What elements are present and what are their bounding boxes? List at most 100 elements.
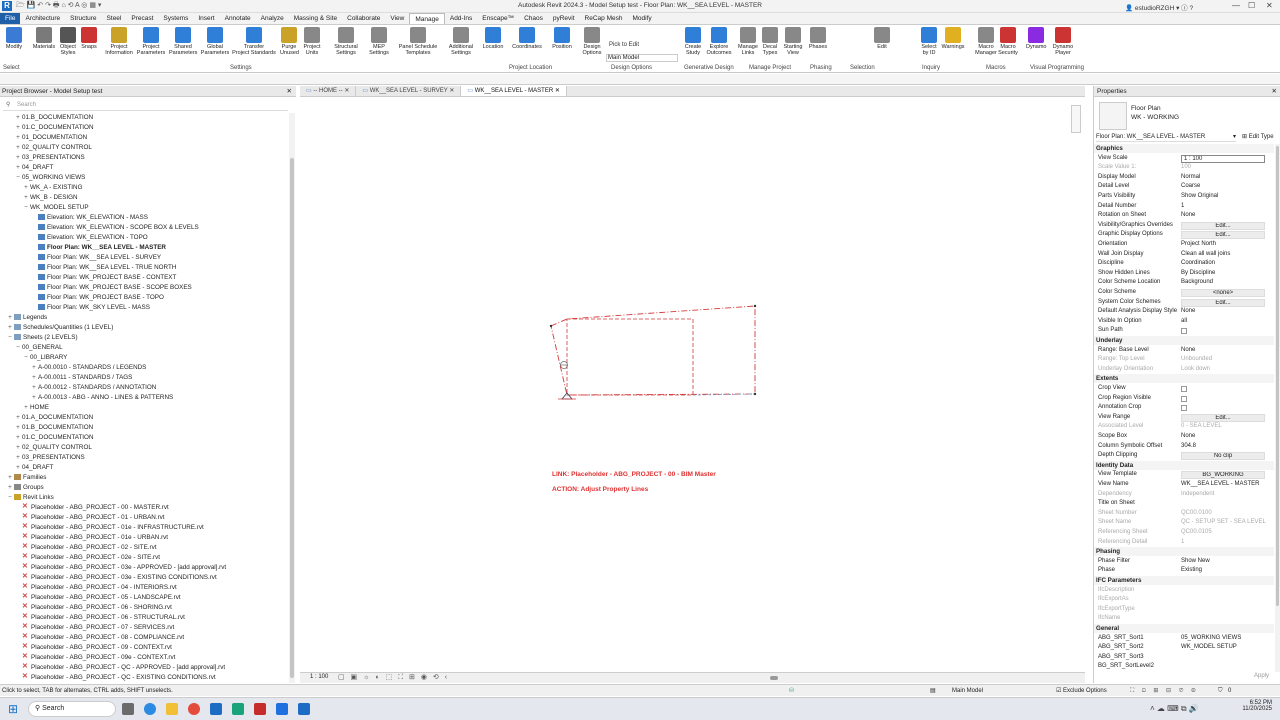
global-parameters-button[interactable]: Global Parameters (200, 27, 230, 56)
expand-icon[interactable]: + (22, 193, 30, 203)
design-options-button[interactable]: Design Options (581, 27, 603, 56)
mep-settings-button[interactable]: MEP Settings (366, 27, 392, 56)
expand-icon[interactable]: + (6, 473, 14, 483)
expand-icon[interactable]: + (30, 363, 38, 373)
close-icon[interactable]: ✕ (448, 88, 454, 94)
expand-icon[interactable]: + (14, 433, 22, 443)
property-group-header[interactable]: Phasing (1094, 547, 1274, 557)
tab-chaos[interactable]: Chaos (519, 13, 548, 24)
project-units-button[interactable]: Project Units (301, 27, 323, 56)
position-button[interactable]: Position (551, 27, 573, 50)
property-value[interactable]: Show New (1181, 557, 1266, 567)
property-checkbox[interactable] (1181, 386, 1187, 392)
property-value[interactable]: 05_WORKING VIEWS (1181, 634, 1266, 644)
expand-icon[interactable]: + (14, 133, 22, 143)
coordinates-button[interactable]: Coordinates (511, 27, 543, 50)
project-parameters-button[interactable]: Project Parameters (136, 27, 166, 56)
system-tray-icons[interactable]: ˄ ☁ ⌨ ⧉ 🔊 (1150, 704, 1199, 714)
collapse-icon[interactable]: − (6, 333, 14, 343)
tree-item[interactable]: Floor Plan: WK__SEA LEVEL - MASTER (0, 243, 288, 253)
expand-icon[interactable]: + (22, 403, 30, 413)
tree-item[interactable]: ✕ Placeholder - ABG_PROJECT - 03e - EXIST… (0, 573, 288, 583)
tree-item[interactable]: ✕ Placeholder - ABG_PROJECT - 02 - SITE.r… (0, 543, 288, 553)
tab-systems[interactable]: Systems (158, 13, 193, 24)
purge-unused-button[interactable]: Purge Unused (280, 27, 299, 56)
pick-to-edit-button[interactable]: Pick to Edit (609, 42, 639, 48)
dynamo-player-button[interactable]: Dynamo Player (1052, 27, 1074, 56)
worksharing-icon[interactable]: ⛁ (789, 685, 794, 697)
file-explorer-icon[interactable] (166, 703, 178, 715)
starting-view-button[interactable]: Starting View (782, 27, 804, 56)
snaps-button[interactable]: Snaps (80, 27, 98, 50)
phases-button[interactable]: Phases (807, 27, 829, 50)
tab-steel[interactable]: Steel (102, 13, 127, 24)
tree-item[interactable]: −00_LIBRARY (0, 353, 288, 363)
tab-file[interactable]: File (0, 13, 21, 24)
chrome-browser-icon[interactable] (188, 703, 200, 715)
app-icon[interactable] (232, 703, 244, 715)
property-input[interactable]: 1 : 100 (1181, 154, 1265, 163)
additional-settings-button[interactable]: Additional Settings (446, 27, 476, 56)
property-boundary[interactable] (550, 305, 756, 396)
tree-item[interactable]: − WK_MODEL SETUP (0, 203, 288, 213)
expand-icon[interactable]: + (30, 383, 38, 393)
expand-icon[interactable]: + (30, 373, 38, 383)
explore-outcomes-button[interactable]: Explore Outcomes (706, 27, 732, 56)
view-tab[interactable]: ▭ WK__SEA LEVEL - MASTER ✕ (461, 86, 567, 96)
tree-item[interactable]: Floor Plan: WK__SEA LEVEL - SURVEY (0, 253, 288, 263)
tree-item[interactable]: ✕ Placeholder - ABG_PROJECT - 04 - INTERI… (0, 583, 288, 593)
tab-view[interactable]: View (385, 13, 409, 24)
property-group-header[interactable]: Graphics (1094, 144, 1274, 153)
tree-item[interactable]: + HOME (0, 403, 288, 413)
tree-item[interactable]: ✕ Placeholder - ABG_PROJECT - 06 - SHORIN… (0, 603, 288, 613)
tree-item[interactable]: ✕ Placeholder - ABG_PROJECT - 09e - CONTE… (0, 653, 288, 663)
tab-structure[interactable]: Structure (65, 13, 101, 24)
tree-item[interactable]: Floor Plan: WK_SKY LEVEL - MASS (0, 303, 288, 313)
property-value[interactable]: WK__SEA LEVEL - MASTER (1181, 480, 1266, 490)
property-value[interactable]: None (1181, 346, 1266, 356)
property-value[interactable]: None (1181, 432, 1266, 442)
tree-item[interactable]: Floor Plan: WK_PROJECT BASE - CONTEXT (0, 273, 288, 283)
tree-item[interactable]: ✕ Placeholder - ABG_PROJECT - 05 - LANDSC… (0, 593, 288, 603)
tree-item[interactable]: + Families (0, 473, 288, 483)
property-edit-button[interactable]: Edit... (1181, 231, 1265, 240)
app-icon[interactable] (276, 703, 288, 715)
tree-item[interactable]: + WK_A - EXISTING (0, 183, 288, 193)
close-icon[interactable]: ✕ (553, 88, 560, 94)
tree-item[interactable]: − Sheets (2 LEVELS) (0, 333, 288, 343)
tree-item[interactable]: + A-00.0012 - STANDARDS / ANNOTATION (0, 383, 288, 393)
edge-browser-icon[interactable] (144, 703, 156, 715)
property-value[interactable]: 304.8 (1181, 442, 1266, 452)
scrollbar-thumb[interactable] (290, 158, 294, 678)
manage-links-button[interactable]: Manage Links (737, 27, 759, 56)
close-icon[interactable]: ✕ (343, 88, 349, 94)
property-value[interactable]: None (1181, 307, 1266, 317)
collapse-icon[interactable]: − (14, 343, 22, 353)
property-value[interactable]: By Discipline (1181, 269, 1266, 279)
property-value[interactable]: all (1181, 317, 1266, 327)
taskbar-search[interactable]: ⚲ Search (28, 701, 116, 717)
task-view-icon[interactable] (122, 703, 134, 715)
macro-manager-button[interactable]: Macro Manager (973, 27, 999, 56)
expand-icon[interactable]: + (14, 413, 22, 423)
panel-schedule-templates-button[interactable]: Panel Schedule Templates (398, 27, 438, 56)
transfer-project-standards-button[interactable]: Transfer Project Standards (231, 27, 277, 56)
object-styles-button[interactable]: Object Styles (58, 27, 78, 56)
tab-insert[interactable]: Insert (193, 13, 219, 24)
property-checkbox[interactable] (1181, 405, 1187, 412)
tree-item[interactable]: Floor Plan: WK__SEA LEVEL - TRUE NORTH (0, 263, 288, 273)
tree-item[interactable]: +01_DOCUMENTATION (0, 133, 288, 143)
collapse-icon[interactable]: − (22, 203, 30, 213)
revit-taskbar-icon[interactable] (298, 703, 310, 715)
property-edit-button[interactable]: <none> (1181, 289, 1265, 297)
collapse-icon[interactable]: − (22, 353, 30, 363)
tree-item[interactable]: −00_GENERAL (0, 343, 288, 353)
filter-icon[interactable]: ⛉ (1218, 685, 1223, 697)
collapse-icon[interactable]: − (14, 173, 22, 183)
tree-item[interactable]: +01.A_DOCUMENTATION (0, 413, 288, 423)
tree-item[interactable]: +02_QUALITY CONTROL (0, 143, 288, 153)
clock[interactable]: 6:52 PM 11/20/2025 (1236, 700, 1272, 712)
project-base-point-icon[interactable] (558, 392, 576, 400)
expand-icon[interactable]: + (22, 183, 30, 193)
expand-icon[interactable]: + (14, 143, 22, 153)
